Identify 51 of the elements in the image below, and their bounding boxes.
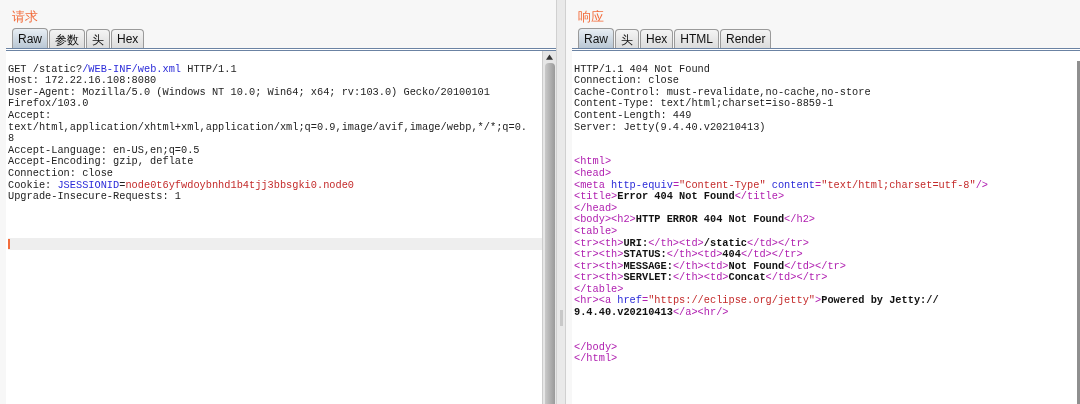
code-line: 8 [8,133,16,145]
code-line: GET /static?/WEB-INF/web.xml HTTP/1.1 [8,63,238,76]
code-line: <tr><th>STATUS:</th><td>404</td></tr> [574,249,804,261]
panel-title: 请求 [11,8,39,26]
code-line: </head> [574,202,619,214]
editor-tab[interactable]: HTML [674,29,720,48]
code-line: Firefox/103.0 [8,98,90,110]
code-line: Server: Jetty(9.4.40.v20210413) [574,121,767,134]
editor-tab[interactable]: 头 [615,29,639,48]
code-line: Accept-Language: en-US,en;q=0.5 [8,144,201,156]
code-line: text/html,application/xhtml+xml,application/xml;q=0.9,image/avif,image/webp,*/*;q=0. [8,121,529,134]
code-line: Connection: close [574,75,681,87]
code-line: <tr><th>MESSAGE:</th><td>Not Found</td></tr> [574,260,847,272]
code-line: <head> [574,167,612,180]
code-line: Upgrade-Insecure-Requests: 1 [8,191,183,203]
code-line: </html> [574,353,619,366]
text-editor[interactable] [572,48,1080,404]
editor-tab[interactable]: Hex [111,29,145,48]
code-line: <tr><th>URI:</th><td>/static</td></tr> [574,237,810,249]
panel-title: 响应 [577,8,605,26]
code-line: </body> [574,341,619,353]
code-line: <body><h2>HTTP ERROR 404 Not Found</h2> [574,214,816,226]
editor-tab[interactable]: Raw [12,28,48,48]
code-line: <html> [574,156,613,168]
code-line: HTTP/1.1 404 Not Found [574,63,711,75]
code-line: Cache-Control: must-revalidate,no-cache,no-store [574,86,872,98]
code-line: <meta http-equiv="Content-Type" content="text/html;charset=utf-8"/> [574,179,990,191]
code-line: <tr><th>SERVLET:</th><td>Concat</td></tr> [574,272,829,284]
scrollbar[interactable] [542,51,556,404]
code-line: Accept-Encoding: gzip, deflate [8,156,195,168]
text-caret [8,238,10,249]
code-line: User-Agent: Mozilla/5.0 (Windows NT 10.0; Win64; x64; rv:103.0) Gecko/20100101 [8,86,491,98]
code-line: Cookie: JSESSIONID=node0t6yfwdoybnhd1b4tjj3bbsgki0.node0 [8,179,356,191]
code-line: <title>Error 404 Not Found</title> [574,191,786,203]
editor-tab[interactable]: 参数 [49,29,85,48]
code-line: Content-Length: 449 [574,109,693,122]
code-line: 9.4.40.v20210413</a><hr/> [574,307,730,319]
scroll-up-icon[interactable] [546,54,553,60]
editor-tab[interactable]: Render [720,29,772,48]
code-line: Host: 172.22.16.108:8080 [8,75,158,87]
code-line: Accept: [8,109,53,122]
code-line: Connection: close [8,167,115,180]
editor-tab[interactable]: Hex [640,29,674,48]
code-line: </table> [574,283,625,295]
editor-tab[interactable]: Raw [578,28,614,48]
code-line: <table> [574,225,619,238]
code-line: <hr><a href="https://eclipse.org/jetty">Powered by Jetty:// [574,295,940,307]
code-line: Content-Type: text/html;charset=iso-8859-1 [574,98,835,110]
text-editor[interactable] [6,48,556,404]
editor-tab[interactable]: 头 [86,29,110,48]
scrollbar[interactable] [1077,61,1080,404]
